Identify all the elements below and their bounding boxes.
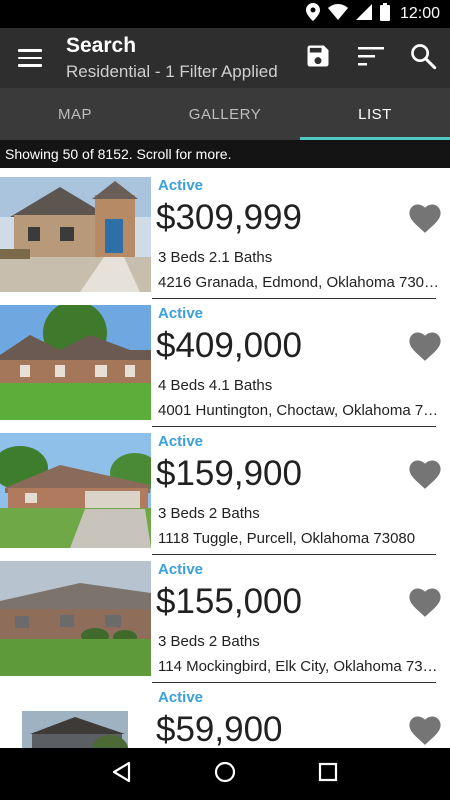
heart-icon	[408, 332, 442, 366]
save-icon	[304, 42, 332, 74]
heart-icon	[408, 460, 442, 494]
battery-icon	[379, 3, 390, 25]
beds-baths: 3 Beds 2 Baths	[158, 505, 260, 522]
system-nav-bar	[0, 748, 450, 800]
tab-map[interactable]: MAP	[0, 88, 150, 140]
listing-photo[interactable]	[0, 561, 151, 676]
favorite-button[interactable]	[408, 330, 442, 362]
listing-price: $309,999	[156, 198, 302, 237]
search-button[interactable]	[405, 40, 441, 76]
listing-price: $159,900	[156, 454, 302, 493]
signal-icon	[355, 4, 372, 24]
status-badge: Active	[158, 433, 204, 450]
back-triangle-icon	[111, 761, 133, 787]
home-button[interactable]	[211, 760, 239, 788]
listing-photo[interactable]	[0, 433, 151, 548]
listing-card[interactable]: Active $309,999 3 Beds 2.1 Baths 4216 Gr…	[0, 171, 450, 299]
status-icons: 12:00	[305, 3, 440, 25]
listing-photo[interactable]	[0, 689, 151, 748]
status-badge: Active	[158, 305, 204, 322]
heart-icon	[408, 204, 442, 238]
home-circle-icon	[213, 760, 237, 788]
favorite-button[interactable]	[408, 458, 442, 490]
listing-price: $155,000	[156, 582, 302, 621]
app-bar: Search Residential - 1 Filter Applied	[0, 28, 450, 88]
search-icon	[409, 42, 437, 74]
listing-price: $409,000	[156, 326, 302, 365]
listing-card[interactable]: Active $159,900 3 Beds 2 Baths 1118 Tugg…	[0, 427, 450, 555]
listing-address: 4001 Huntington, Choctaw, Oklahoma 7…	[158, 402, 439, 419]
favorite-button[interactable]	[408, 586, 442, 618]
listing-card[interactable]: Active $409,000 4 Beds 4.1 Baths 4001 Hu…	[0, 299, 450, 427]
listing-photo[interactable]	[0, 177, 151, 292]
tab-list[interactable]: LIST	[300, 88, 450, 140]
tab-gallery[interactable]: GALLERY	[150, 88, 300, 140]
location-icon	[305, 3, 320, 25]
heart-icon	[408, 588, 442, 622]
beds-baths: 3 Beds 2 Baths	[158, 633, 260, 650]
sort-icon	[357, 45, 385, 71]
favorite-button[interactable]	[408, 714, 442, 746]
recents-button[interactable]	[314, 760, 342, 788]
favorite-button[interactable]	[408, 202, 442, 234]
beds-baths: 4 Beds 4.1 Baths	[158, 377, 273, 394]
back-button[interactable]	[108, 760, 136, 788]
results-count-banner: Showing 50 of 8152. Scroll for more.	[0, 140, 450, 168]
beds-baths: 3 Beds 2.1 Baths	[158, 249, 273, 266]
wifi-icon	[327, 4, 348, 24]
listing-address: 1118 Tuggle, Purcell, Oklahoma 73080	[158, 530, 416, 547]
status-badge: Active	[158, 177, 204, 194]
recents-square-icon	[318, 762, 338, 786]
listing-list[interactable]: Active $309,999 3 Beds 2.1 Baths 4216 Gr…	[0, 171, 450, 748]
listing-address: 114 Mockingbird, Elk City, Oklahoma 73…	[158, 658, 438, 675]
listing-photo[interactable]	[0, 305, 151, 420]
listing-card[interactable]: Active $155,000 3 Beds 2 Baths 114 Mocki…	[0, 555, 450, 683]
save-search-button[interactable]	[300, 40, 336, 76]
listing-price: $59,900	[156, 710, 283, 748]
status-bar: 12:00	[0, 0, 450, 28]
sort-button[interactable]	[353, 40, 389, 76]
status-badge: Active	[158, 561, 204, 578]
page-title: Search	[66, 34, 137, 57]
listing-address: 4216 Granada, Edmond, Oklahoma 730…	[158, 274, 440, 291]
listing-card[interactable]: Active $59,900	[0, 683, 450, 748]
status-badge: Active	[158, 689, 204, 706]
filter-summary[interactable]: Residential - 1 Filter Applied	[66, 62, 278, 82]
view-tabs: MAP GALLERY LIST	[0, 88, 450, 140]
heart-icon	[408, 716, 442, 748]
menu-icon[interactable]	[14, 42, 46, 74]
clock: 12:00	[399, 5, 440, 22]
